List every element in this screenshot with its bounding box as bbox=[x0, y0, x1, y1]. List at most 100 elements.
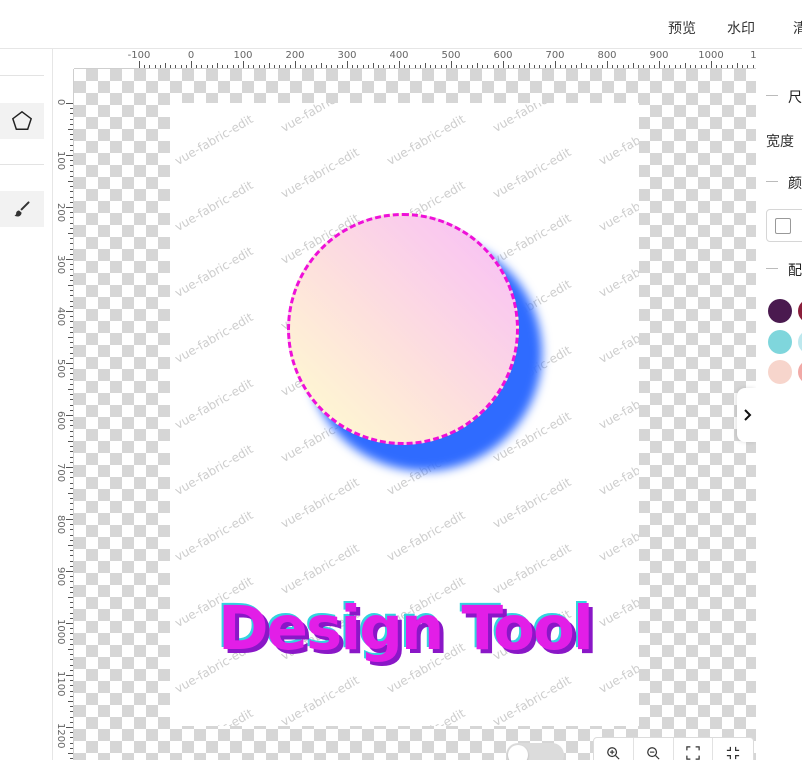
ruler-minor-tick bbox=[70, 435, 73, 437]
ruler-label: 100 bbox=[233, 50, 253, 61]
gradient-circle[interactable] bbox=[287, 213, 519, 445]
color-picker[interactable] bbox=[766, 209, 802, 242]
ruler-minor-tick bbox=[68, 441, 73, 442]
ruler-tick bbox=[191, 61, 192, 68]
ruler-label: 200 bbox=[285, 50, 305, 61]
ruler-minor-tick bbox=[180, 65, 182, 68]
ruler-tick bbox=[66, 155, 73, 156]
ruler-tick bbox=[66, 571, 73, 572]
brush-tool-button[interactable] bbox=[0, 191, 44, 227]
watermark-text: vue-fabric-edit bbox=[596, 706, 639, 726]
ruler-minor-tick bbox=[70, 581, 73, 583]
ruler-tick bbox=[66, 311, 73, 312]
ruler-minor-tick bbox=[586, 65, 588, 68]
ruler-minor-tick bbox=[70, 394, 73, 396]
ruler-minor-tick bbox=[300, 65, 302, 68]
vertical-ruler[interactable]: 0 100 200 300 400 500 600 700 800 900 1000 1100 1200 bbox=[54, 69, 74, 760]
ruler-minor-tick bbox=[70, 628, 73, 630]
color-swatch[interactable] bbox=[798, 299, 802, 323]
ruler-minor-tick bbox=[477, 63, 478, 68]
watermark-text: vue-fabric-edit bbox=[384, 111, 468, 169]
watermark-text: vue-fabric-edit bbox=[596, 639, 639, 697]
ruler-minor-tick bbox=[70, 633, 73, 635]
ruler-minor-tick bbox=[70, 113, 73, 115]
watermark-text: vue-fabric-edit bbox=[490, 103, 574, 136]
ruler-minor-tick bbox=[159, 65, 161, 68]
ruler-minor-tick bbox=[70, 498, 73, 500]
ruler-minor-tick bbox=[70, 607, 73, 609]
ruler-minor-tick bbox=[70, 201, 73, 203]
ruler-minor-tick bbox=[70, 560, 73, 562]
color-swatch[interactable] bbox=[798, 360, 802, 384]
ruler-minor-tick bbox=[70, 456, 73, 458]
canvas-workspace[interactable]: -100010020030040050060070080090010001100… bbox=[54, 49, 756, 760]
ruler-minor-tick bbox=[70, 212, 73, 214]
ruler-minor-tick bbox=[633, 63, 634, 68]
ruler-minor-tick bbox=[70, 472, 73, 474]
ruler-minor-tick bbox=[70, 238, 73, 240]
menu-preview[interactable]: 预览 bbox=[668, 18, 696, 38]
ruler-minor-tick bbox=[518, 65, 520, 68]
ruler-minor-tick bbox=[575, 65, 577, 68]
ruler-minor-tick bbox=[170, 65, 172, 68]
ruler-minor-tick bbox=[321, 63, 322, 68]
ruler-minor-tick bbox=[201, 65, 203, 68]
ruler-tick bbox=[66, 415, 73, 416]
ruler-minor-tick bbox=[70, 659, 73, 661]
ruler-minor-tick bbox=[70, 612, 73, 614]
ruler-minor-tick bbox=[70, 695, 73, 697]
ruler-minor-tick bbox=[196, 65, 198, 68]
ruler-minor-tick bbox=[612, 65, 614, 68]
section-divider bbox=[766, 181, 778, 182]
ruler-minor-tick bbox=[70, 747, 73, 749]
watermark-text: vue-fabric-edit bbox=[596, 573, 639, 631]
ruler-minor-tick bbox=[70, 108, 73, 110]
horizontal-ruler[interactable]: -100010020030040050060070080090010001100 bbox=[74, 49, 756, 69]
ruler-label: 600 bbox=[493, 50, 513, 61]
ruler-minor-tick bbox=[664, 65, 666, 68]
fit-screen-button[interactable] bbox=[674, 738, 714, 760]
color-swatch[interactable] bbox=[768, 330, 792, 354]
ruler-minor-tick bbox=[653, 65, 655, 68]
reset-zoom-button[interactable] bbox=[713, 738, 753, 760]
zoom-out-button[interactable] bbox=[634, 738, 674, 760]
color-swatch[interactable] bbox=[768, 360, 792, 384]
ruler-minor-tick bbox=[471, 65, 473, 68]
ruler-minor-tick bbox=[336, 65, 338, 68]
ruler-minor-tick bbox=[70, 508, 73, 510]
ruler-minor-tick bbox=[622, 65, 624, 68]
ruler-minor-tick bbox=[70, 222, 73, 224]
ruler-label: 1000 bbox=[55, 619, 66, 645]
design-tool-text[interactable]: Design Tool bbox=[218, 593, 594, 664]
ruler-minor-tick bbox=[70, 503, 73, 505]
ruler-minor-tick bbox=[222, 65, 224, 68]
zoom-in-button[interactable] bbox=[594, 738, 634, 760]
ruler-toggle-switch[interactable] bbox=[506, 743, 564, 760]
menu-clear[interactable]: 清 bbox=[793, 18, 802, 38]
ruler-minor-tick bbox=[70, 680, 73, 682]
ruler-tick bbox=[503, 61, 504, 68]
menu-watermark[interactable]: 水印 bbox=[727, 18, 755, 38]
color-swatch[interactable] bbox=[768, 299, 792, 323]
ruler-minor-tick bbox=[70, 352, 73, 354]
polygon-tool-button[interactable] bbox=[0, 103, 44, 139]
artboard[interactable]: vue-fabric-edit vue-fabric-edit vue-fabric… bbox=[170, 103, 639, 726]
ruler-label: 500 bbox=[441, 50, 461, 61]
ruler-tick bbox=[711, 61, 712, 68]
ruler-tick bbox=[451, 61, 452, 68]
ruler-minor-tick bbox=[68, 753, 73, 754]
ruler-label: 700 bbox=[545, 50, 565, 61]
color-preview bbox=[775, 218, 791, 234]
ruler-label: 600 bbox=[55, 411, 66, 431]
ruler-minor-tick bbox=[373, 63, 374, 68]
ruler-minor-tick bbox=[70, 243, 73, 245]
ruler-minor-tick bbox=[627, 65, 629, 68]
ruler-label: 800 bbox=[597, 50, 617, 61]
ruler-minor-tick bbox=[70, 264, 73, 266]
ruler-label: 100 bbox=[55, 151, 66, 171]
expand-right-button[interactable] bbox=[737, 388, 756, 442]
ruler-minor-tick bbox=[70, 368, 73, 370]
watermark-text: vue-fabric-edit bbox=[278, 144, 362, 202]
watermark-text: vue-fabric-edit bbox=[596, 375, 639, 433]
color-swatch[interactable] bbox=[798, 330, 802, 354]
